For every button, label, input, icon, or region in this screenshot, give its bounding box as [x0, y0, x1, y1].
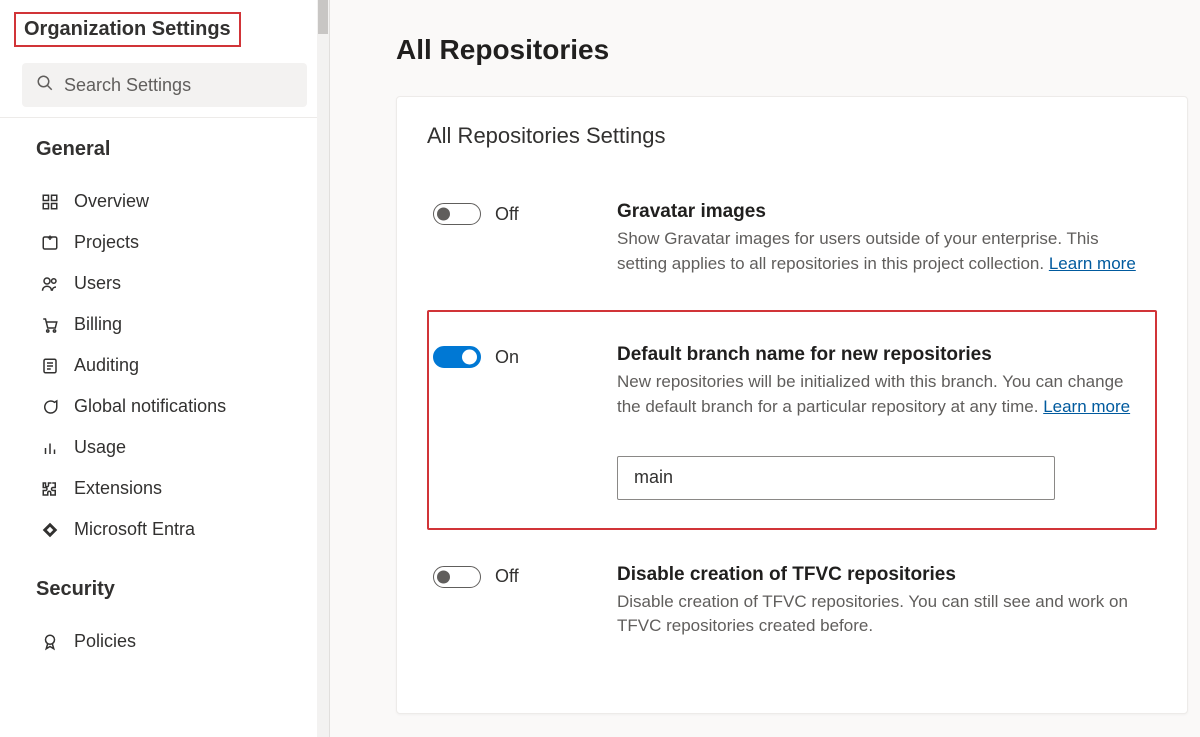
setting-gravatar-images: Off Gravatar images Show Gravatar images…	[427, 185, 1157, 292]
default-branch-toggle[interactable]	[433, 346, 481, 368]
sidebar-title: Organization Settings	[14, 12, 241, 47]
setting-desc-text: Show Gravatar images for users outside o…	[617, 229, 1099, 273]
setting-title: Gravatar images	[617, 201, 1151, 223]
sidebar-item-auditing[interactable]: Auditing	[36, 345, 307, 386]
sidebar-item-projects[interactable]: Projects	[36, 222, 307, 263]
scrollbar-thumb[interactable]	[318, 0, 328, 34]
sidebar-item-microsoft-entra[interactable]: Microsoft Entra	[36, 509, 307, 550]
page-title: All Repositories	[396, 34, 1200, 66]
toggle-column: Off	[433, 564, 593, 588]
nav-section-general: General Overview Project	[0, 118, 329, 558]
setting-body: Default branch name for new repositories…	[617, 344, 1151, 499]
list-icon	[40, 356, 60, 376]
search-wrap: Search Settings	[0, 47, 329, 117]
nav-heading-security: Security	[36, 578, 307, 601]
puzzle-icon	[40, 479, 60, 499]
setting-disable-tfvc: Off Disable creation of TFVC repositorie…	[427, 548, 1157, 655]
setting-description: Show Gravatar images for users outside o…	[617, 227, 1151, 276]
setting-body: Disable creation of TFVC repositories Di…	[617, 564, 1151, 639]
sidebar-scrollbar[interactable]	[317, 0, 329, 737]
ribbon-icon	[40, 632, 60, 652]
grid-icon	[40, 192, 60, 212]
setting-desc-text: Disable creation of TFVC repositories. Y…	[617, 592, 1128, 636]
sidebar-item-extensions[interactable]: Extensions	[36, 468, 307, 509]
settings-card: All Repositories Settings Off Gravatar i…	[396, 96, 1188, 714]
setting-title: Disable creation of TFVC repositories	[617, 564, 1151, 586]
sidebar-item-policies[interactable]: Policies	[36, 621, 307, 662]
learn-more-link[interactable]: Learn more	[1049, 254, 1136, 273]
toggle-column: On	[433, 344, 593, 368]
search-icon	[36, 74, 54, 97]
toggle-state-label: Off	[495, 204, 519, 225]
sidebar-item-global-notifications[interactable]: Global notifications	[36, 386, 307, 427]
plus-box-icon	[40, 233, 60, 253]
nav-list-general: Overview Projects User	[36, 181, 307, 550]
setting-default-branch: On Default branch name for new repositor…	[427, 310, 1157, 529]
sidebar-item-label: Extensions	[74, 478, 162, 499]
nav-heading-general: General	[36, 138, 307, 161]
sidebar-item-label: Overview	[74, 191, 149, 212]
sidebar-item-label: Auditing	[74, 355, 139, 376]
toggle-column: Off	[433, 201, 593, 225]
cart-icon	[40, 315, 60, 335]
toggle-state-label: On	[495, 347, 519, 368]
settings-sidebar: Organization Settings Search Settings Ge…	[0, 0, 330, 737]
setting-description: Disable creation of TFVC repositories. Y…	[617, 590, 1151, 639]
gravatar-toggle[interactable]	[433, 203, 481, 225]
toggle-state-label: Off	[495, 566, 519, 587]
sidebar-item-billing[interactable]: Billing	[36, 304, 307, 345]
search-settings-input[interactable]: Search Settings	[22, 63, 307, 107]
chat-icon	[40, 397, 60, 417]
sidebar-item-usage[interactable]: Usage	[36, 427, 307, 468]
setting-title: Default branch name for new repositories	[617, 344, 1151, 366]
sidebar-item-label: Policies	[74, 631, 136, 652]
sidebar-item-label: Microsoft Entra	[74, 519, 195, 540]
diamond-icon	[40, 520, 60, 540]
nav-section-security: Security Policies	[0, 558, 329, 670]
search-placeholder: Search Settings	[64, 75, 191, 96]
toggle-knob	[437, 570, 450, 583]
sidebar-item-label: Billing	[74, 314, 122, 335]
sidebar-item-overview[interactable]: Overview	[36, 181, 307, 222]
disable-tfvc-toggle[interactable]	[433, 566, 481, 588]
nav-list-security: Policies	[36, 621, 307, 662]
sidebar-item-label: Projects	[74, 232, 139, 253]
learn-more-link[interactable]: Learn more	[1043, 397, 1130, 416]
setting-description: New repositories will be initialized wit…	[617, 370, 1151, 419]
sidebar-item-label: Users	[74, 273, 121, 294]
sidebar-item-label: Usage	[74, 437, 126, 458]
toggle-knob	[462, 350, 477, 365]
card-title: All Repositories Settings	[427, 123, 1157, 149]
default-branch-input[interactable]	[617, 456, 1055, 500]
toggle-knob	[437, 208, 450, 221]
sidebar-item-users[interactable]: Users	[36, 263, 307, 304]
users-icon	[40, 274, 60, 294]
sidebar-item-label: Global notifications	[74, 396, 226, 417]
setting-body: Gravatar images Show Gravatar images for…	[617, 201, 1151, 276]
chart-icon	[40, 438, 60, 458]
main-content: All Repositories All Repositories Settin…	[330, 0, 1200, 737]
